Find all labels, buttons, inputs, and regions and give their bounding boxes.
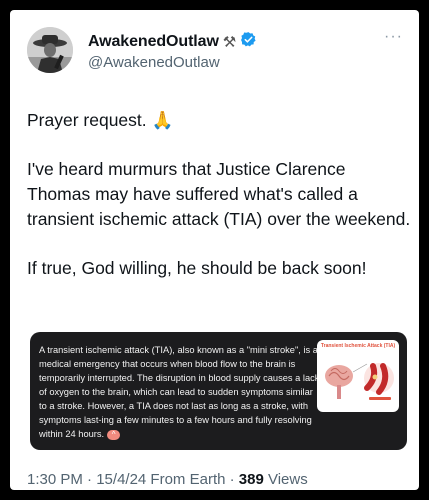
tweet-paragraph-1: Prayer request. 🙏 [27,110,174,130]
views-count: 389 [238,471,264,488]
tia-diagram: Transient Ischemic Attack (TIA) [317,340,399,412]
views-label: Views [263,471,308,488]
chevron-up-icon[interactable]: ^ [107,429,121,440]
verified-icon [240,31,257,53]
more-options-icon[interactable]: ··· [384,28,403,46]
brain-artery-illustration [325,363,394,400]
tweet-metadata: 1:30 PM · 15/4/24 From Earth · 389 Views [27,471,308,488]
display-name[interactable]: AwakenedOutlaw [88,33,219,51]
avatar[interactable] [27,27,73,73]
separator-dot: · [82,471,97,488]
tweet-paragraph-3: If true, God willing, he should be back … [27,258,367,278]
media-caption-text: A transient ischemic attack (TIA), also … [39,345,320,439]
diagram-title: Transient Ischemic Attack (TIA) [320,343,396,349]
media-caption: A transient ischemic attack (TIA), also … [39,343,321,441]
tweet-paragraph-2: I've heard murmurs that Justice Clarence… [27,159,411,229]
author-handle[interactable]: @AwakenedOutlaw [88,54,220,71]
avatar-image [27,27,73,73]
post-date[interactable]: 15/4/24 [96,471,146,488]
media-image[interactable]: A transient ischemic attack (TIA), also … [30,332,407,450]
hammer-pick-icon: ⚒ [222,34,237,51]
author-name-row: AwakenedOutlaw ⚒ [88,31,257,53]
tweet-text: Prayer request. 🙏 I've heard murmurs tha… [27,108,412,305]
tweet-card: AwakenedOutlaw ⚒ @AwakenedOutlaw ··· Pra… [10,10,419,490]
post-source: From Earth [146,471,226,488]
separator-dot: · [225,471,239,488]
post-time[interactable]: 1:30 PM [27,471,83,488]
